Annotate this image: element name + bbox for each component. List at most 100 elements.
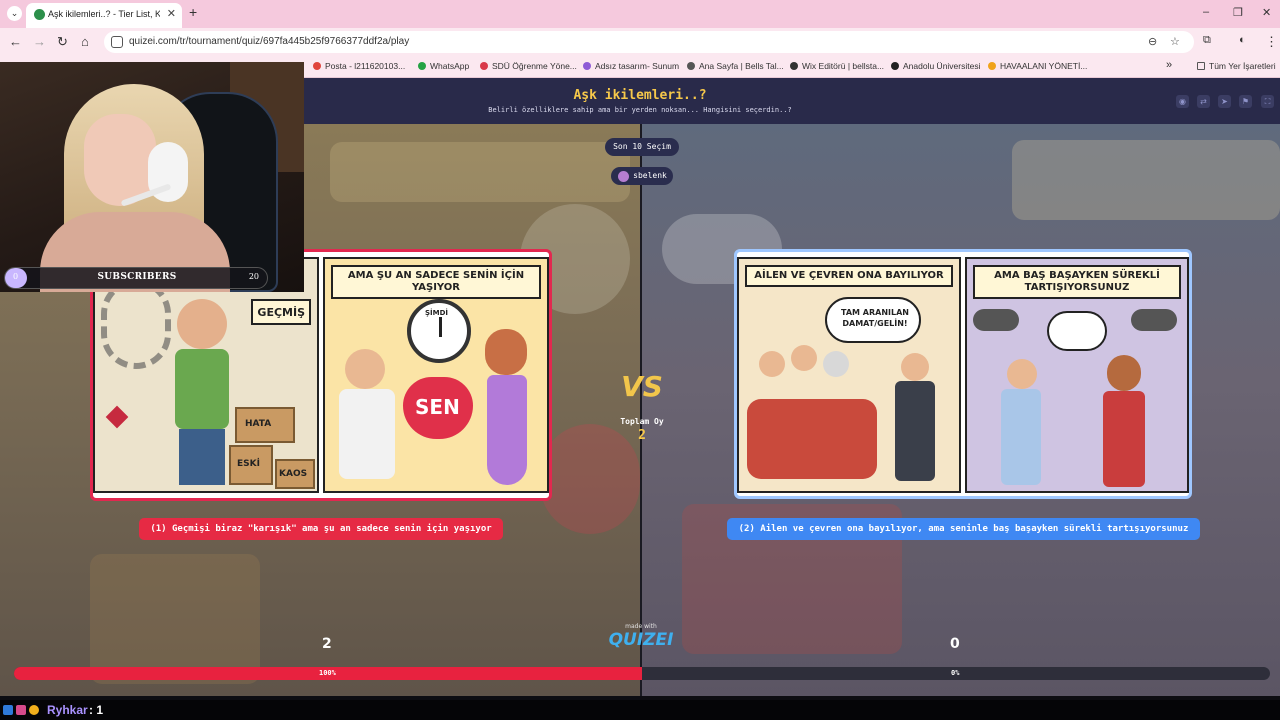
blurred-caption [330, 142, 630, 202]
vote-progress-bar: 100% 0% [14, 667, 1270, 680]
bookmark-canva[interactable]: Adsız tasarım- Sunum [583, 61, 679, 71]
option-card-right[interactable]: AİLEN VE ÇEVREN ONA BAYILIYOR TAM ARANIL… [734, 249, 1192, 499]
user-pill[interactable]: sbelenk [611, 167, 673, 185]
right-vote-count: 0 [950, 636, 960, 652]
extensions-icon[interactable]: ⧉ [1203, 34, 1211, 47]
kneeling-man-shirt [339, 389, 395, 479]
subscriber-goal-max: 20 [248, 272, 259, 281]
close-tab-button[interactable]: ✕ [167, 7, 176, 20]
sdu-icon [480, 62, 488, 70]
url-text[interactable]: quizei.com/tr/tournament/quiz/697fa445b2… [129, 36, 409, 47]
right-vote-percent: 0% [951, 669, 960, 677]
back-button[interactable]: ← [9, 34, 22, 49]
chevron-down-icon: ⌄ [10, 8, 19, 18]
family-member-head [791, 345, 817, 371]
right-panel-caption-1: AİLEN VE ÇEVREN ONA BAYILIYOR [745, 265, 953, 287]
site-info-icon[interactable] [111, 36, 123, 48]
kneeling-man-head [345, 349, 385, 389]
tab-search-button[interactable]: ⌄ [7, 6, 22, 21]
bookmark-anadolu[interactable]: Anadolu Üniversitesi [891, 61, 980, 71]
anadolu-icon [891, 62, 899, 70]
zoom-icon[interactable]: ⊖ [1148, 35, 1157, 48]
blurred-boxes [90, 554, 260, 684]
angry-woman-hair [1107, 355, 1141, 391]
choice-label-right[interactable]: (2) Ailen ve çevren ona bayılıyor, ama s… [727, 518, 1200, 540]
right-panel-family: AİLEN VE ÇEVREN ONA BAYILIYOR TAM ARANIL… [737, 257, 961, 493]
maximize-button[interactable]: ❐ [1233, 6, 1243, 19]
bookmark-bells-tal[interactable]: Ana Sayfa | Bells Tal... [687, 61, 784, 71]
subscriber-goal-label: SUBSCRIBERS [97, 272, 177, 282]
sad-man-shirt [175, 349, 229, 429]
vs-lightning-icon: VS [621, 370, 663, 403]
left-vote-percent: 100% [319, 669, 336, 677]
sad-man-jeans [179, 429, 225, 485]
minimize-button[interactable]: – [1203, 6, 1209, 18]
share-icon[interactable]: ⇄ [1197, 95, 1210, 108]
eye-icon[interactable]: ◉ [1176, 95, 1189, 108]
quizei-logo[interactable]: QUIZEI [606, 630, 676, 650]
bookmark-whatsapp[interactable]: WhatsApp [418, 61, 469, 71]
left-panel-caption: AMA ŞU AN SADECE SENİN İÇİN YAŞIYOR [331, 265, 541, 299]
recent-choices-pill[interactable]: Son 10 Seçim [605, 138, 679, 156]
bookmark-sdu[interactable]: SDÜ Öğrenme Yöne... [480, 61, 577, 71]
drive-icon [988, 62, 996, 70]
fullscreen-icon[interactable]: ⛶ [1261, 95, 1274, 108]
chat-badge-icon [29, 705, 39, 715]
chat-message: : 1 [89, 703, 104, 717]
past-sign: GEÇMİŞ [251, 299, 311, 325]
new-tab-button[interactable]: + [189, 4, 197, 20]
screen: ⌄ Aşk ikilemleri..? - Tier List, Kör S ✕… [0, 0, 1280, 720]
left-panel-present: AMA ŞU AN SADECE SENİN İÇİN YAŞIYOR ŞİMD… [323, 257, 549, 493]
subscriber-goal-bar: 0 SUBSCRIBERS 20 [4, 267, 268, 289]
bookmark-posta[interactable]: Posta - l211620103... [313, 61, 405, 71]
bookmark-star-icon[interactable]: ☆ [1170, 35, 1180, 48]
whatsapp-icon [418, 62, 426, 70]
film-reel-icon [101, 279, 171, 369]
left-vote-count: 2 [322, 636, 332, 652]
more-bookmarks-button[interactable]: » [1166, 59, 1172, 71]
box-eski: ESKİ [229, 445, 273, 485]
storm-cloud-icon [1131, 309, 1177, 331]
bookmark-havaalani[interactable]: HAVAALANI YÖNETİ... [988, 61, 1087, 71]
woman-dress [487, 375, 527, 485]
blurred-caption [1012, 140, 1280, 220]
all-bookmarks-folder[interactable]: Tüm Yer İşaretleri [1197, 61, 1276, 71]
storm-cloud-icon [973, 309, 1019, 331]
choice-label-left[interactable]: (1) Geçmişi biraz "karışık" ama şu an sa… [139, 518, 503, 540]
family-member-head [823, 351, 849, 377]
left-panel-past: GEÇMİŞ HATA ESKİ KAOS [93, 257, 319, 493]
wix-icon [687, 62, 695, 70]
angry-woman-top [1103, 391, 1145, 487]
bookmark-posta-icon [313, 62, 321, 70]
clock-icon: ŞİMDİ [407, 299, 471, 363]
profile-avatar-icon[interactable]: ◐ [1239, 34, 1246, 46]
canva-icon [583, 62, 591, 70]
reload-button[interactable]: ↻ [57, 34, 68, 50]
chat-badge-icon [3, 705, 13, 715]
sad-man-head [177, 299, 227, 349]
streamer-webcam: 0 SUBSCRIBERS 20 [0, 62, 304, 292]
angry-speech-bubble [1047, 311, 1107, 351]
family-member-head [759, 351, 785, 377]
box-hata: HATA [235, 407, 295, 443]
address-bar[interactable]: quizei.com/tr/tournament/quiz/697fa445b2… [104, 31, 1194, 53]
center-divider [640, 124, 642, 696]
bookmark-wix-editor[interactable]: Wix Editörü | bellsta... [790, 61, 884, 71]
browser-menu-icon[interactable]: ⋮ [1265, 34, 1278, 50]
speech-bubble: TAM ARANILAN DAMAT/GELİN! [825, 297, 921, 343]
total-votes-value: 2 [638, 428, 646, 443]
close-window-button[interactable]: ✕ [1262, 6, 1271, 19]
right-panel-argument: AMA BAŞ BAŞAYKEN SÜREKLİ TARTIŞIYORSUNUZ [965, 257, 1189, 493]
chat-username: Ryhkar [47, 703, 88, 717]
quizei-favicon-icon [34, 9, 45, 20]
red-sofa [747, 399, 877, 479]
browser-tab-active[interactable]: Aşk ikilemleri..? - Tier List, Kör S ✕ [26, 3, 182, 28]
home-button[interactable]: ⌂ [81, 34, 89, 49]
right-panel-caption-2: AMA BAŞ BAŞAYKEN SÜREKLİ TARTIŞIYORSUNUZ [973, 265, 1181, 299]
forward-button[interactable]: → [33, 34, 46, 49]
angry-man-shirt [1001, 389, 1041, 485]
box-kaos: KAOS [275, 459, 315, 489]
flag-icon[interactable]: ⚑ [1239, 95, 1252, 108]
folder-icon [1197, 62, 1205, 70]
send-icon[interactable]: ➤ [1218, 95, 1231, 108]
